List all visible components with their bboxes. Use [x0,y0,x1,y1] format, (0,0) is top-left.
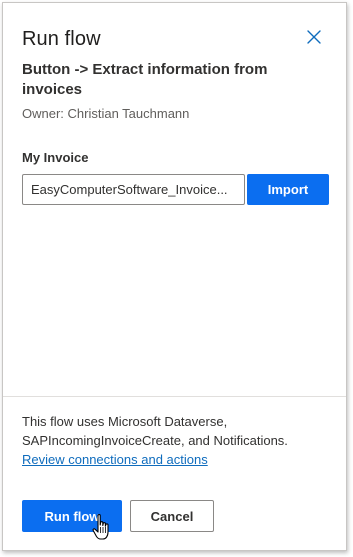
footer-info: This flow uses Microsoft Dataverse, SAPI… [22,412,332,469]
run-flow-panel: Run flow Button -> Extract information f… [2,2,347,551]
close-icon[interactable] [306,29,322,45]
flow-name: Button -> Extract information from invoi… [22,61,268,98]
cancel-button[interactable]: Cancel [130,500,214,532]
import-button[interactable]: Import [247,174,329,205]
review-connections-link[interactable]: Review connections and actions [22,450,208,469]
connections-info-text: This flow uses Microsoft Dataverse, SAPI… [22,414,288,448]
panel-title: Run flow [22,28,101,50]
invoice-field-label: My Invoice [22,150,89,165]
run-flow-button[interactable]: Run flow [22,500,122,532]
invoice-file-input[interactable]: EasyComputerSoftware_Invoice... [22,174,245,205]
flow-owner: Owner: Christian Tauchmann [22,106,190,121]
footer-divider [3,396,346,397]
